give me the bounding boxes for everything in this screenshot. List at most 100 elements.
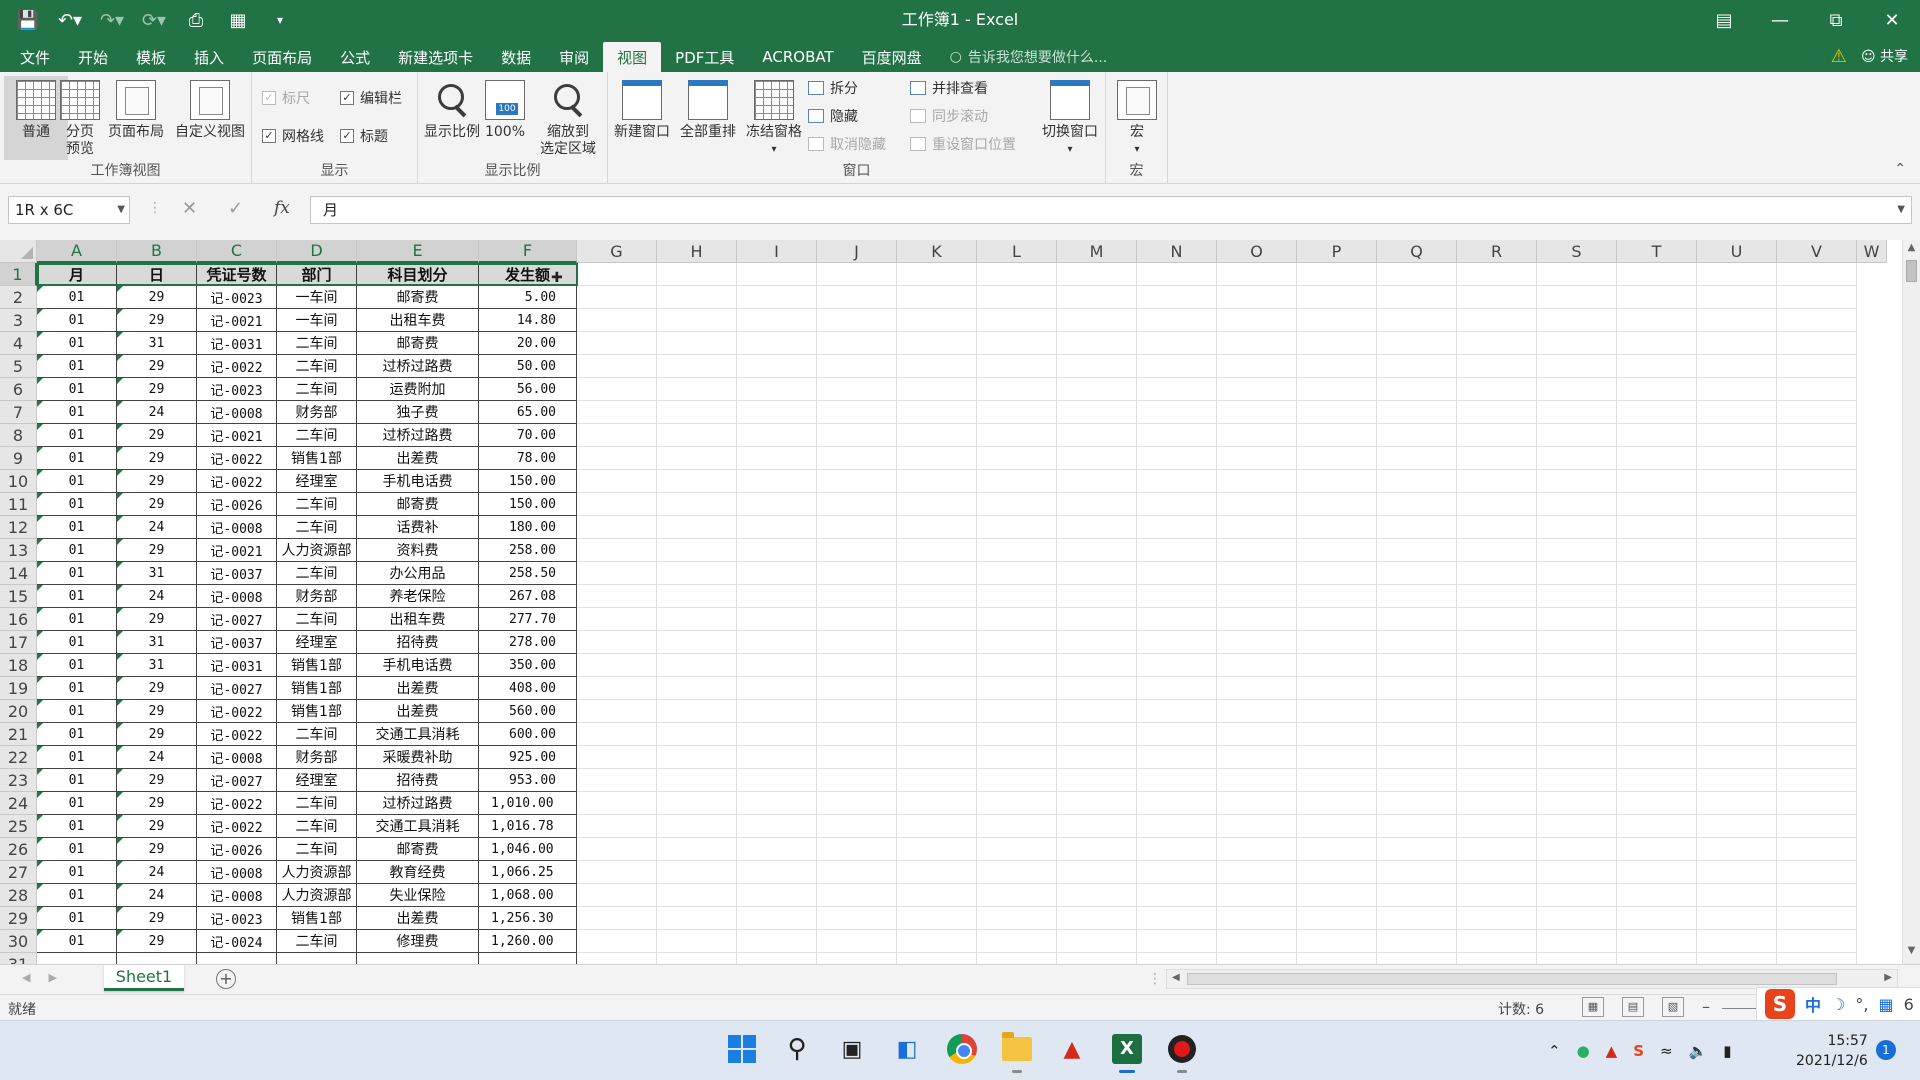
empty-cell[interactable] — [1457, 516, 1537, 539]
warning-icon[interactable]: ⚠ — [1831, 46, 1847, 67]
row-header[interactable]: 8 — [0, 424, 37, 447]
empty-cell[interactable] — [737, 424, 817, 447]
empty-cell[interactable] — [1057, 309, 1137, 332]
row-header[interactable]: 28 — [0, 884, 37, 907]
data-cell[interactable]: 记-0027 — [197, 677, 277, 700]
empty-cell[interactable] — [1457, 884, 1537, 907]
empty-cell[interactable] — [1137, 746, 1217, 769]
empty-cell[interactable] — [737, 792, 817, 815]
headings-checkbox[interactable]: ✓ 标题 — [340, 126, 388, 146]
data-cell[interactable]: 70.00 — [479, 424, 577, 447]
empty-cell[interactable] — [1697, 746, 1777, 769]
data-cell[interactable]: 记-0021 — [197, 309, 277, 332]
data-cell[interactable]: 出差费 — [357, 447, 479, 470]
empty-cell[interactable] — [1057, 631, 1137, 654]
empty-cell[interactable] — [977, 677, 1057, 700]
row-header[interactable]: 7 — [0, 401, 37, 424]
empty-cell[interactable] — [657, 378, 737, 401]
empty-cell[interactable] — [737, 539, 817, 562]
data-cell[interactable]: 1,260.00 — [479, 930, 577, 953]
empty-cell[interactable] — [977, 700, 1057, 723]
empty-cell[interactable] — [1617, 585, 1697, 608]
empty-cell[interactable] — [897, 355, 977, 378]
empty-cell[interactable] — [1777, 286, 1857, 309]
empty-cell[interactable] — [817, 861, 897, 884]
data-cell[interactable]: 350.00 — [479, 654, 577, 677]
empty-cell[interactable] — [897, 631, 977, 654]
empty-cell[interactable] — [1617, 286, 1697, 309]
empty-cell[interactable] — [977, 516, 1057, 539]
empty-cell[interactable] — [977, 769, 1057, 792]
empty-cell[interactable] — [1297, 447, 1377, 470]
data-cell[interactable]: 二车间 — [277, 930, 357, 953]
empty-cell[interactable] — [977, 861, 1057, 884]
empty-cell[interactable] — [1217, 585, 1297, 608]
empty-cell[interactable] — [1217, 884, 1297, 907]
empty-cell[interactable] — [737, 907, 817, 930]
column-header-j[interactable]: J — [817, 240, 897, 263]
data-cell[interactable]: 31 — [117, 332, 197, 355]
empty-cell[interactable] — [1777, 746, 1857, 769]
empty-cell[interactable] — [977, 746, 1057, 769]
data-cell[interactable]: 29 — [117, 792, 197, 815]
empty-cell[interactable] — [1377, 608, 1457, 631]
empty-cell[interactable] — [1217, 309, 1297, 332]
empty-cell[interactable] — [1297, 677, 1377, 700]
empty-cell[interactable] — [1057, 654, 1137, 677]
empty-cell[interactable] — [1777, 470, 1857, 493]
empty-cell[interactable] — [977, 447, 1057, 470]
column-header-i[interactable]: I — [737, 240, 817, 263]
empty-cell[interactable] — [1137, 907, 1217, 930]
empty-cell[interactable] — [817, 723, 897, 746]
empty-cell[interactable] — [1537, 332, 1617, 355]
empty-cell[interactable] — [1617, 355, 1697, 378]
empty-cell[interactable] — [1217, 654, 1297, 677]
empty-cell[interactable] — [1297, 884, 1377, 907]
data-cell[interactable]: 267.08 — [479, 585, 577, 608]
new-window-button[interactable]: 新建窗口 — [610, 76, 674, 160]
data-cell[interactable]: 24 — [117, 884, 197, 907]
empty-cell[interactable] — [1697, 631, 1777, 654]
macros-button[interactable]: 宏 ▾ — [1106, 76, 1168, 160]
gridlines-checkbox[interactable]: ✓ 网格线 — [262, 126, 324, 146]
data-cell[interactable]: 人力资源部 — [277, 884, 357, 907]
empty-cell[interactable] — [1217, 930, 1297, 953]
empty-cell[interactable] — [737, 861, 817, 884]
empty-cell[interactable] — [1537, 401, 1617, 424]
empty-cell[interactable] — [1137, 378, 1217, 401]
empty-cell[interactable] — [1217, 746, 1297, 769]
empty-cell[interactable] — [1137, 493, 1217, 516]
data-cell[interactable]: 78.00 — [479, 447, 577, 470]
empty-cell[interactable] — [1057, 585, 1137, 608]
empty-cell[interactable] — [817, 884, 897, 907]
empty-cell[interactable] — [1137, 723, 1217, 746]
empty-cell[interactable] — [737, 677, 817, 700]
empty-cell[interactable] — [1217, 378, 1297, 401]
empty-cell[interactable] — [817, 332, 897, 355]
add-sheet-icon[interactable]: + — [216, 969, 236, 989]
data-cell[interactable]: 记-0022 — [197, 792, 277, 815]
data-cell[interactable]: 01 — [37, 654, 117, 677]
empty-cell[interactable] — [1537, 355, 1617, 378]
empty-cell[interactable] — [1297, 746, 1377, 769]
empty-cell[interactable] — [1377, 447, 1457, 470]
data-cell[interactable]: 人力资源部 — [277, 539, 357, 562]
empty-cell[interactable] — [657, 815, 737, 838]
data-cell[interactable]: 29 — [117, 309, 197, 332]
zoom-button[interactable]: 显示比例 — [420, 76, 484, 160]
column-header-t[interactable]: T — [1617, 240, 1697, 263]
data-cell[interactable]: 29 — [117, 378, 197, 401]
data-cell[interactable]: 277.70 — [479, 608, 577, 631]
scroll-up-icon[interactable]: ▲ — [1903, 242, 1920, 259]
empty-cell[interactable] — [1377, 355, 1457, 378]
data-cell[interactable]: 记-0008 — [197, 516, 277, 539]
data-cell[interactable]: 01 — [37, 884, 117, 907]
empty-cell[interactable] — [1617, 677, 1697, 700]
column-header-c[interactable]: C — [197, 240, 277, 263]
data-cell[interactable]: 记-0037 — [197, 631, 277, 654]
empty-cell[interactable] — [977, 286, 1057, 309]
data-cell[interactable]: 29 — [117, 470, 197, 493]
empty-cell[interactable] — [1377, 585, 1457, 608]
header-cell[interactable]: 部门 — [277, 263, 357, 286]
tab-0[interactable]: 文件 — [0, 42, 64, 72]
